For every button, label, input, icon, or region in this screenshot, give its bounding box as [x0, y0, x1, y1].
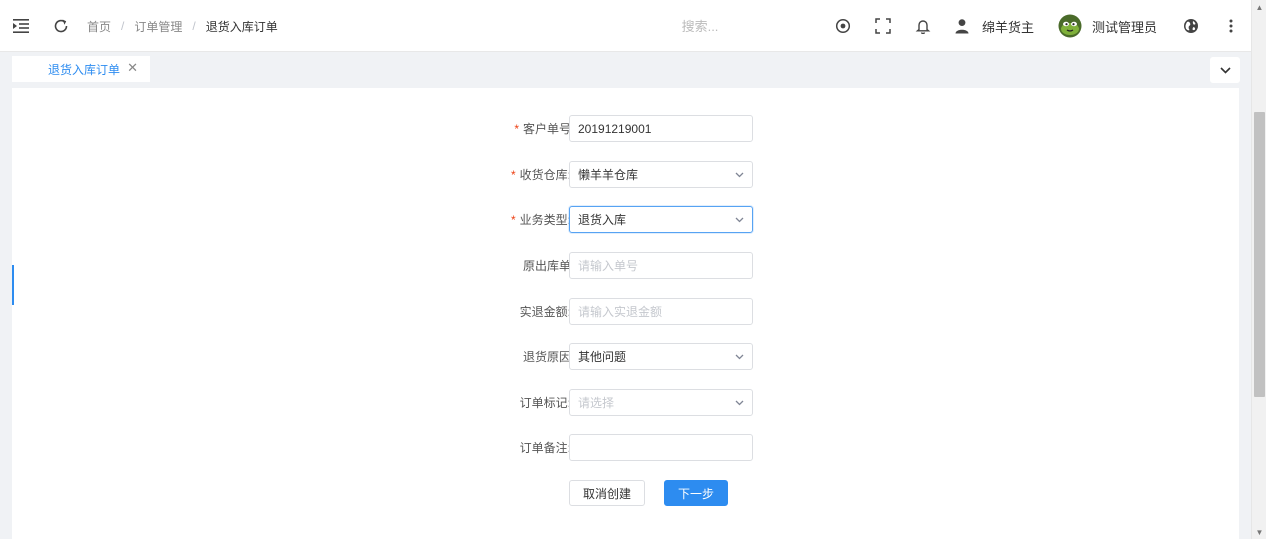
breadcrumb-current: 退货入库订单: [205, 19, 278, 34]
form-row-original-outbound: 原出库单: [12, 252, 1239, 280]
required-mark: *: [510, 213, 516, 227]
form-row-return-reason: 退货原因 其他问题: [12, 343, 1239, 371]
form-row-order-note: 订单备注:: [12, 434, 1239, 462]
return-reason-value: 其他问题: [578, 350, 627, 364]
return-reason-select[interactable]: 其他问题: [569, 343, 753, 370]
breadcrumb-order-management[interactable]: 订单管理: [134, 18, 182, 35]
return-reason-label: 退货原因: [522, 350, 571, 364]
warehouse-owner-switch[interactable]: 绵羊货主: [954, 0, 1034, 52]
next-step-button[interactable]: 下一步: [664, 480, 728, 506]
order-mark-label: 订单标记:: [519, 396, 571, 410]
tab-label: 退货入库订单: [48, 62, 121, 77]
business-type-label: * 业务类型:: [510, 213, 571, 227]
refresh-icon[interactable]: [52, 17, 70, 35]
breadcrumb-separator: /: [121, 19, 125, 33]
chevron-down-icon: [734, 352, 744, 362]
fullscreen-icon[interactable]: [874, 17, 892, 35]
bell-icon[interactable]: [914, 17, 932, 35]
cancel-create-button[interactable]: 取消创建: [569, 480, 645, 506]
top-header: 首页 / 订单管理 / 退货入库订单 绵羊货主 测试管理员: [0, 0, 1251, 52]
scroll-up-icon[interactable]: ▲: [1252, 0, 1266, 14]
order-note-input[interactable]: [578, 435, 744, 460]
admin-name: 测试管理员: [1092, 19, 1158, 35]
chevron-down-icon: [734, 170, 744, 180]
refund-amount-input[interactable]: [578, 299, 744, 324]
menu-fold-icon[interactable]: [12, 17, 30, 35]
order-note-field[interactable]: [569, 434, 753, 461]
customer-order-input[interactable]: [578, 116, 744, 141]
order-mark-select[interactable]: 请选择: [569, 389, 753, 416]
form-row-customer-order: * 客户单号: [12, 115, 1239, 143]
tabs-bar: 退货入库订单 ✕: [0, 52, 1251, 88]
close-icon[interactable]: ✕: [127, 60, 138, 76]
customer-order-field[interactable]: [569, 115, 753, 142]
vertical-scrollbar[interactable]: ▲ ▼: [1251, 0, 1266, 539]
original-outbound-label: 原出库单: [522, 259, 571, 273]
breadcrumb: 首页 / 订单管理 / 退货入库订单: [87, 0, 278, 52]
original-outbound-field[interactable]: [569, 252, 753, 279]
avatar-icon: [1058, 14, 1082, 38]
form-row-order-mark: 订单标记: 请选择: [12, 389, 1239, 417]
tab-return-inbound-order[interactable]: 退货入库订单 ✕: [12, 56, 150, 82]
order-note-label: 订单备注:: [519, 441, 571, 455]
warehouse-label: * 收货仓库:: [510, 168, 571, 182]
chevron-down-icon: [734, 215, 744, 225]
search-input[interactable]: [640, 14, 760, 38]
eye-icon[interactable]: [834, 17, 852, 35]
form-row-refund-amount: 实退金额:: [12, 298, 1239, 326]
warehouse-owner-name: 绵羊货主: [982, 19, 1035, 35]
order-mark-placeholder: 请选择: [578, 396, 615, 410]
chevron-down-icon: [1219, 66, 1231, 74]
business-type-select[interactable]: 退货入库: [569, 206, 753, 233]
form-row-business-type: * 业务类型: 退货入库: [12, 206, 1239, 234]
main-content: *客户单号 *收货仓库: 懒羊羊仓库 *业务类型: 退货入库 原出库单 实退金额…: [12, 88, 1239, 539]
required-mark: *: [514, 122, 519, 136]
business-type-value: 退货入库: [578, 213, 627, 227]
tabs-menu-button[interactable]: [1210, 57, 1240, 83]
warehouse-select[interactable]: 懒羊羊仓库: [569, 161, 753, 188]
breadcrumb-home[interactable]: 首页: [87, 18, 111, 35]
admin-user-menu[interactable]: 测试管理员: [1058, 0, 1157, 52]
original-outbound-input[interactable]: [578, 253, 744, 278]
form-row-warehouse: * 收货仓库: 懒羊羊仓库: [12, 161, 1239, 189]
globe-icon[interactable]: [1182, 17, 1200, 35]
required-mark: *: [510, 168, 516, 182]
breadcrumb-separator: /: [192, 19, 196, 33]
more-vertical-icon[interactable]: [1222, 17, 1240, 35]
scroll-down-icon[interactable]: ▼: [1252, 525, 1266, 539]
refund-amount-field[interactable]: [569, 298, 753, 325]
warehouse-value: 懒羊羊仓库: [578, 168, 639, 182]
scrollbar-thumb[interactable]: [1254, 112, 1265, 397]
customer-order-label: * 客户单号: [514, 122, 571, 136]
chevron-down-icon: [734, 398, 744, 408]
user-icon: [954, 18, 972, 34]
refund-amount-label: 实退金额:: [519, 305, 571, 319]
